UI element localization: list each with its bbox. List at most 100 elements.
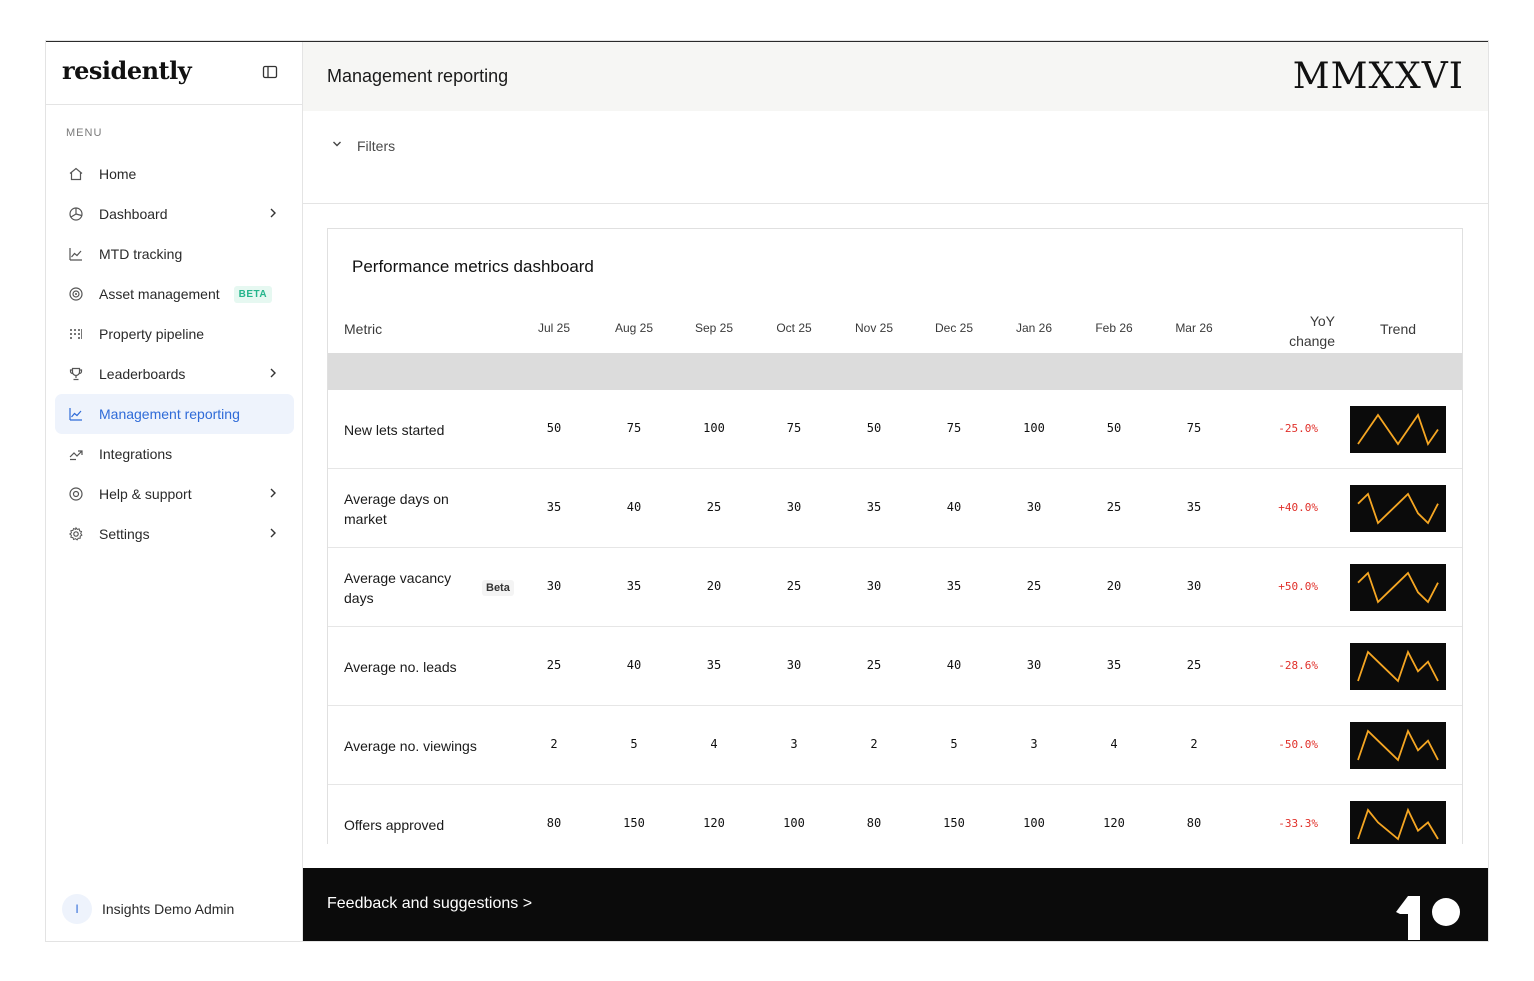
table-cell: 75 (946, 421, 962, 435)
chart-line-icon (67, 245, 85, 263)
sidebar-item-help-support[interactable]: Help & support (55, 474, 294, 514)
sidebar-item-label: MTD tracking (99, 246, 183, 262)
table-cell: 2 (870, 737, 878, 751)
report-chart-icon (67, 405, 85, 423)
column-header-month: Jul 25 (537, 321, 571, 335)
sidebar-item-dashboard[interactable]: Dashboard (55, 194, 294, 234)
table-cell: 75 (1186, 421, 1202, 435)
table-cell: 5 (950, 737, 958, 751)
table-cell: 5 (630, 737, 638, 751)
yoy-change: -33.3% (1278, 817, 1318, 830)
trend-sparkline (1350, 564, 1446, 611)
table-row: Offers approved 80 150 120 100 80 150 100 120 80 -… (328, 785, 1462, 844)
yoy-change: +40.0% (1278, 501, 1318, 514)
sparkline-path (1357, 492, 1439, 525)
table-cell: 30 (546, 579, 562, 593)
filters-toggle[interactable]: Filters (331, 137, 395, 155)
table-cell: 75 (626, 421, 642, 435)
feedback-link[interactable]: Feedback and suggestions > (327, 895, 532, 913)
table-cell: 80 (866, 816, 882, 830)
table-cell: 2 (1190, 737, 1198, 751)
column-header-month: Dec 25 (934, 321, 974, 335)
table-cell: 25 (1106, 500, 1122, 514)
sidebar-collapse-icon[interactable] (262, 64, 280, 82)
yoy-header-line: YoY (1309, 313, 1335, 329)
sidebar-item-management-reporting[interactable]: Management reporting (55, 394, 294, 434)
menu-label: MENU (66, 127, 103, 139)
card-title: Performance metrics dashboard (352, 257, 594, 276)
table-cell: 120 (1103, 816, 1125, 830)
sidebar: residently MENU Home Dashboard MTD track… (46, 42, 303, 941)
user-profile[interactable]: I Insights Demo Admin (62, 894, 234, 924)
chevron-right-icon (266, 366, 280, 380)
integrations-icon (67, 445, 85, 463)
yoy-header-line: change (1289, 333, 1335, 349)
metric-name: Average vacancy days (344, 569, 452, 606)
gear-icon (67, 525, 85, 543)
sidebar-item-label: Integrations (99, 446, 173, 462)
table-cell: 100 (703, 421, 725, 435)
table-cell: 35 (706, 658, 722, 672)
table-cell: 35 (866, 500, 882, 514)
metric-name: New lets started (344, 421, 445, 438)
user-name: Insights Demo Admin (102, 901, 235, 917)
metrics-card: Performance metrics dashboard Metric YoY… (327, 228, 1463, 844)
table-cell: 75 (786, 421, 802, 435)
yoy-change: +50.0% (1278, 580, 1318, 593)
feedback-footer: Feedback and suggestions > (303, 868, 1488, 941)
chevron-right-icon (266, 206, 280, 220)
table-row: Average days on market 35 40 25 30 35 40 30 25 35… (328, 469, 1462, 548)
table-cell: 120 (703, 816, 725, 830)
table-body: New lets started 50 75 100 75 50 75 100 50 75 -25.… (328, 390, 1462, 844)
sidebar-item-asset-management[interactable]: Asset management BETA (55, 274, 294, 314)
table-cell: 40 (626, 500, 642, 514)
sidebar-item-leaderboards[interactable]: Leaderboards (55, 354, 294, 394)
chevron-down-icon (331, 137, 343, 155)
trend-sparkline (1350, 485, 1446, 532)
table-cell: 30 (786, 500, 802, 514)
table-row: Average no. viewings 2 5 4 3 2 5 3 4 2 -50.0% (328, 706, 1462, 785)
sidebar-item-label: Leaderboards (99, 366, 186, 382)
yoy-change: -25.0% (1278, 422, 1318, 435)
table-cell: 40 (626, 658, 642, 672)
beta-badge: BETA (233, 285, 273, 303)
pipeline-icon (67, 325, 85, 343)
yoy-change: -28.6% (1278, 659, 1318, 672)
table-cell: 40 (946, 658, 962, 672)
chevron-right-icon (266, 526, 280, 540)
sidebar-item-property-pipeline[interactable]: Property pipeline (55, 314, 294, 354)
table-cell: 35 (546, 500, 562, 514)
table-cell: 25 (866, 658, 882, 672)
table-cell: 25 (1026, 579, 1042, 593)
avatar: I (62, 894, 92, 924)
trophy-icon (67, 365, 85, 383)
sidebar-item-settings[interactable]: Settings (55, 514, 294, 554)
table-cell: 100 (1023, 816, 1045, 830)
table-cell: 25 (706, 500, 722, 514)
table-row: Average vacancy days Beta 30 35 20 25 30 35 25 20… (328, 548, 1462, 627)
table-cell: 150 (943, 816, 965, 830)
table-cell: 100 (1023, 421, 1045, 435)
table-cell: 2 (550, 737, 558, 751)
sparkline-path (1357, 807, 1439, 841)
sidebar-item-mtd-tracking[interactable]: MTD tracking (55, 234, 294, 274)
table-cell: 20 (1106, 579, 1122, 593)
sidebar-item-label: Home (99, 166, 137, 182)
table-cell: 30 (1026, 500, 1042, 514)
table-cell: 25 (786, 579, 802, 593)
metric-name: Average no. viewings (344, 737, 477, 754)
column-header-yoy: YoY change (1255, 311, 1335, 351)
home-icon (67, 165, 85, 183)
app-window: residently MENU Home Dashboard MTD track… (46, 41, 1488, 941)
column-header-trend: Trend (1379, 321, 1417, 337)
sidebar-item-home[interactable]: Home (55, 154, 294, 194)
beta-badge: Beta (482, 580, 514, 596)
column-header-month: Feb 26 (1095, 321, 1133, 335)
dashboard-icon (67, 205, 85, 223)
table-cell: 3 (790, 737, 798, 751)
metric-name: Offers approved (344, 816, 445, 833)
sidebar-item-label: Dashboard (99, 206, 168, 222)
main-content: Management reporting MMXXVI Filters Perf… (303, 42, 1488, 941)
sidebar-item-integrations[interactable]: Integrations (55, 434, 294, 474)
brand-mark: MMXXVI (1292, 56, 1464, 97)
